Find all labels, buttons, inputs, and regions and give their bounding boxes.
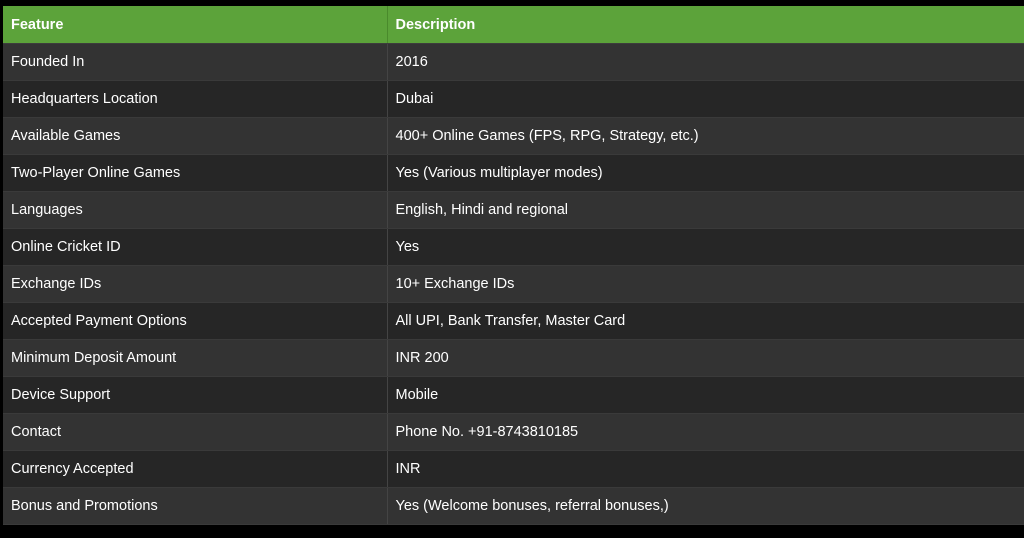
table-row: Available Games 400+ Online Games (FPS, … <box>3 117 1024 155</box>
table-row: Two-Player Online Games Yes (Various mul… <box>3 154 1024 192</box>
table-row: Exchange IDs 10+ Exchange IDs <box>3 265 1024 303</box>
description-cell: All UPI, Bank Transfer, Master Card <box>387 302 1024 340</box>
description-cell: 10+ Exchange IDs <box>387 265 1024 303</box>
table-row: Currency Accepted INR <box>3 450 1024 488</box>
feature-cell: Headquarters Location <box>3 80 388 118</box>
table-row: Bonus and Promotions Yes (Welcome bonuse… <box>3 487 1024 525</box>
description-cell: Phone No. +91-8743810185 <box>387 413 1024 451</box>
description-cell: 2016 <box>387 43 1024 81</box>
description-cell: English, Hindi and regional <box>387 191 1024 229</box>
table-row: Headquarters Location Dubai <box>3 80 1024 118</box>
description-cell: Mobile <box>387 376 1024 414</box>
description-cell: 400+ Online Games (FPS, RPG, Strategy, e… <box>387 117 1024 155</box>
description-cell: Dubai <box>387 80 1024 118</box>
table-row: Minimum Deposit Amount INR 200 <box>3 339 1024 377</box>
table-row: Online Cricket ID Yes <box>3 228 1024 266</box>
feature-cell: Two-Player Online Games <box>3 154 388 192</box>
page: Feature Description Founded In 2016 Head… <box>0 0 1024 538</box>
column-header-feature: Feature <box>3 6 388 44</box>
table-row: Contact Phone No. +91-8743810185 <box>3 413 1024 451</box>
description-cell: INR <box>387 450 1024 488</box>
table-row: Languages English, Hindi and regional <box>3 191 1024 229</box>
feature-cell: Founded In <box>3 43 388 81</box>
description-cell: Yes (Various multiplayer modes) <box>387 154 1024 192</box>
feature-cell: Exchange IDs <box>3 265 388 303</box>
feature-cell: Languages <box>3 191 388 229</box>
table-row: Accepted Payment Options All UPI, Bank T… <box>3 302 1024 340</box>
table-header-row: Feature Description <box>3 6 1024 44</box>
feature-cell: Bonus and Promotions <box>3 487 388 525</box>
column-header-description: Description <box>387 6 1024 44</box>
description-cell: INR 200 <box>387 339 1024 377</box>
feature-cell: Available Games <box>3 117 388 155</box>
description-cell: Yes (Welcome bonuses, referral bonuses,) <box>387 487 1024 525</box>
feature-table: Feature Description Founded In 2016 Head… <box>3 6 1024 525</box>
table-row: Founded In 2016 <box>3 43 1024 81</box>
feature-cell: Online Cricket ID <box>3 228 388 266</box>
description-cell: Yes <box>387 228 1024 266</box>
feature-cell: Accepted Payment Options <box>3 302 388 340</box>
feature-cell: Contact <box>3 413 388 451</box>
feature-cell: Device Support <box>3 376 388 414</box>
table-row: Device Support Mobile <box>3 376 1024 414</box>
feature-cell: Currency Accepted <box>3 450 388 488</box>
feature-cell: Minimum Deposit Amount <box>3 339 388 377</box>
